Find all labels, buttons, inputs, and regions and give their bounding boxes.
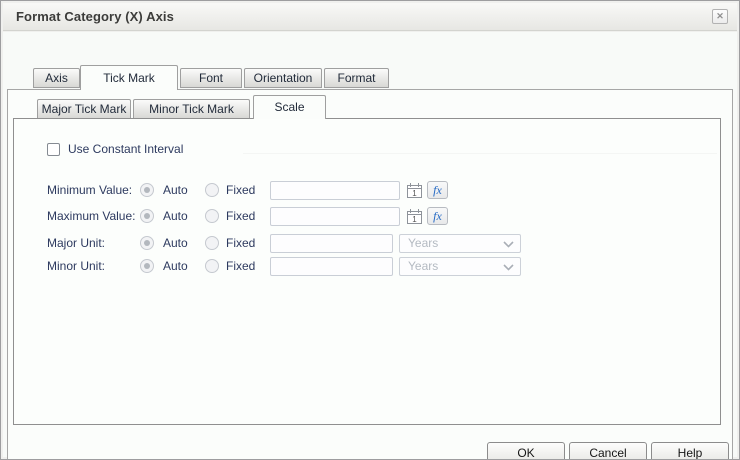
cancel-button[interactable]: Cancel	[569, 442, 647, 459]
subtab-major-tick-mark[interactable]: Major Tick Mark	[37, 99, 131, 119]
maximum-value-row: Maximum Value: Auto Fixed 1 fx	[3, 207, 737, 227]
calendar-icon[interactable]: 1	[406, 208, 423, 225]
minimum-auto-label: Auto	[163, 183, 188, 197]
minor-unit-row: Minor Unit: Auto Fixed Years	[3, 257, 737, 277]
minimum-auto-radio[interactable]	[140, 183, 154, 197]
chevron-down-icon	[503, 241, 514, 248]
minimum-fixed-label: Fixed	[226, 183, 256, 197]
formula-fx-button[interactable]: fx	[427, 207, 448, 225]
tab-tick-mark[interactable]: Tick Mark	[80, 65, 178, 90]
major-unit-fixed-label: Fixed	[226, 236, 256, 250]
dialog-titlebar: Format Category (X) Axis ✕	[3, 3, 737, 31]
major-unit-label: Major Unit:	[47, 236, 106, 250]
maximum-fixed-label: Fixed	[226, 209, 256, 223]
help-button[interactable]: Help	[651, 442, 729, 459]
maximum-fixed-radio[interactable]	[205, 209, 219, 223]
calendar-icon[interactable]: 1	[406, 182, 423, 199]
minimum-value-row: Minimum Value: Auto Fixed 1 fx	[3, 181, 737, 201]
minor-unit-input[interactable]	[270, 257, 393, 276]
dialog-title: Format Category (X) Axis	[16, 9, 174, 24]
use-constant-interval-checkbox[interactable]	[47, 143, 60, 156]
svg-text:1: 1	[412, 215, 417, 224]
subtab-scale[interactable]: Scale	[253, 95, 326, 119]
dialog-content: Axis Tick Mark Font Orientation Format M…	[3, 32, 737, 459]
minor-unit-fixed-radio[interactable]	[205, 259, 219, 273]
maximum-value-label: Maximum Value:	[47, 209, 136, 223]
formula-fx-button[interactable]: fx	[427, 181, 448, 199]
minor-unit-select[interactable]: Years	[399, 257, 521, 276]
tab-axis[interactable]: Axis	[33, 68, 80, 88]
major-unit-input[interactable]	[270, 234, 393, 253]
minor-unit-label: Minor Unit:	[47, 259, 106, 273]
tab-font[interactable]: Font	[180, 68, 242, 88]
close-icon[interactable]: ✕	[712, 9, 728, 24]
major-unit-auto-radio[interactable]	[140, 236, 154, 250]
maximum-auto-radio[interactable]	[140, 209, 154, 223]
major-unit-auto-label: Auto	[163, 236, 188, 250]
minor-unit-select-value: Years	[408, 259, 439, 273]
group-separator-line	[243, 153, 717, 154]
use-constant-interval-label: Use Constant Interval	[68, 142, 184, 156]
tab-orientation[interactable]: Orientation	[244, 68, 322, 88]
major-unit-row: Major Unit: Auto Fixed Years	[3, 234, 737, 254]
ok-button[interactable]: OK	[487, 442, 565, 459]
format-axis-dialog: Format Category (X) Axis ✕ Axis Tick Mar…	[0, 0, 740, 460]
tab-format[interactable]: Format	[324, 68, 389, 88]
minimum-fixed-radio[interactable]	[205, 183, 219, 197]
subtab-minor-tick-mark[interactable]: Minor Tick Mark	[133, 99, 250, 119]
maximum-value-input[interactable]	[270, 207, 400, 226]
maximum-auto-label: Auto	[163, 209, 188, 223]
chevron-down-icon	[503, 264, 514, 271]
minimum-value-input[interactable]	[270, 181, 400, 200]
major-unit-select-value: Years	[408, 236, 439, 250]
minor-unit-fixed-label: Fixed	[226, 259, 256, 273]
major-unit-fixed-radio[interactable]	[205, 236, 219, 250]
minor-unit-auto-label: Auto	[163, 259, 188, 273]
minor-unit-auto-radio[interactable]	[140, 259, 154, 273]
svg-text:1: 1	[412, 189, 417, 198]
minimum-value-label: Minimum Value:	[47, 183, 133, 197]
major-unit-select[interactable]: Years	[399, 234, 521, 253]
